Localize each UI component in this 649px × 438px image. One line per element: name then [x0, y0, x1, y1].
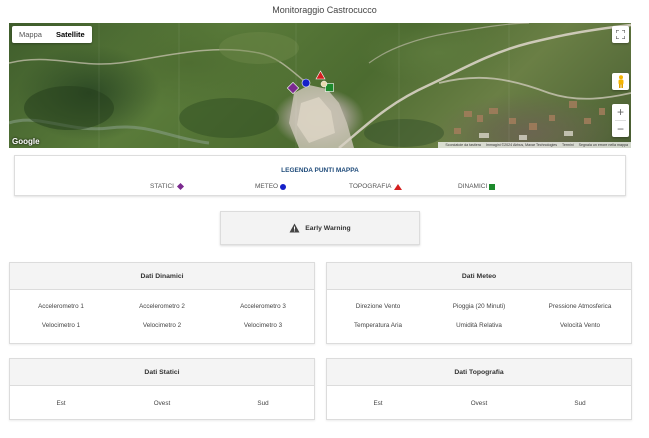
fullscreen-icon [616, 30, 625, 39]
triangle-icon [393, 183, 402, 190]
zoom-control: + − [612, 104, 629, 137]
terms-link[interactable]: Termini [562, 143, 574, 147]
legend-item-topografia: TOPOGRAFIA [349, 183, 402, 190]
card-dati-topografia: Dati Topografia Est Ovest Sud [326, 358, 632, 420]
sensor-topografia-ovest[interactable]: Ovest [429, 400, 529, 407]
sensor-topografia-est[interactable]: Est [328, 400, 428, 407]
sensor-statici-ovest[interactable]: Ovest [112, 400, 212, 407]
satellite-map[interactable]: Mappa Satellite + − Google Scorciatoie d… [9, 23, 631, 148]
legend-label-meteo: METEO [255, 183, 279, 190]
sensor-velocita-vento[interactable]: Velocità Vento [530, 322, 630, 329]
card-dati-dinamici: Dati Dinamici Accelerometro 1 Accelerome… [9, 262, 315, 344]
marker-meteo[interactable] [301, 78, 311, 88]
sensor-temperatura-aria[interactable]: Temperatura Aria [328, 322, 428, 329]
sensor-accelerometro-2[interactable]: Accelerometro 2 [112, 303, 212, 310]
diamond-icon [176, 182, 184, 191]
square-icon [489, 183, 496, 190]
legend-label-statici: STATICI [150, 183, 174, 190]
circle-icon [280, 183, 287, 190]
sensor-pioggia[interactable]: Pioggia (20 Minuti) [429, 303, 529, 310]
zoom-out-button[interactable]: − [612, 121, 629, 137]
sensor-velocimetro-2[interactable]: Velocimetro 2 [112, 322, 212, 329]
sensor-statici-sud[interactable]: Sud [213, 400, 313, 407]
sensor-velocimetro-1[interactable]: Velocimetro 1 [11, 322, 111, 329]
sensor-topografia-sud[interactable]: Sud [530, 400, 630, 407]
marker-topografia[interactable] [315, 70, 326, 80]
legend-item-meteo: METEO [255, 183, 287, 190]
pegman-icon [618, 75, 623, 88]
sensor-statici-est[interactable]: Est [11, 400, 111, 407]
card-title-meteo: Dati Meteo [327, 263, 631, 290]
sensor-pressione-atmosferica[interactable]: Pressione Atmosferica [530, 303, 630, 310]
legend-label-dinamici: DINAMICI [458, 183, 488, 190]
map-type-satellite-button[interactable]: Satellite [49, 26, 92, 43]
imagery-credit: Immagini ©2024 Airbus, Maxar Technologie… [485, 143, 558, 147]
sensor-umidita-relativa[interactable]: Umidità Relativa [429, 322, 529, 329]
early-warning-label: Early Warning [305, 224, 351, 232]
map-legend: LEGENDA PUNTI MAPPA STATICI METEO TOPOGR… [14, 155, 626, 196]
warning-icon [289, 223, 300, 233]
card-title-dinamici: Dati Dinamici [10, 263, 314, 290]
legend-item-dinamici: DINAMICI [458, 183, 496, 190]
card-dati-statici: Dati Statici Est Ovest Sud [9, 358, 315, 420]
legend-item-statici: STATICI [150, 182, 184, 191]
report-error-link[interactable]: Segnala un errore nella mappa [579, 143, 628, 147]
map-type-mappa-button[interactable]: Mappa [12, 26, 49, 43]
fullscreen-button[interactable] [612, 26, 629, 43]
marker-statici[interactable] [287, 82, 299, 94]
street-view-button[interactable] [612, 73, 629, 90]
sensor-velocimetro-3[interactable]: Velocimetro 3 [213, 322, 313, 329]
sensor-accelerometro-1[interactable]: Accelerometro 1 [11, 303, 111, 310]
sensor-direzione-vento[interactable]: Direzione Vento [328, 303, 428, 310]
keyboard-shortcuts-link[interactable]: Scorciatoie da tastiera [445, 143, 481, 147]
card-dati-meteo: Dati Meteo Direzione Vento Pioggia (20 M… [326, 262, 632, 344]
legend-title: LEGENDA PUNTI MAPPA [281, 167, 359, 174]
google-logo: Google [12, 137, 40, 146]
marker-extra[interactable] [320, 80, 328, 88]
early-warning-button[interactable]: Early Warning [220, 211, 420, 245]
sensor-accelerometro-3[interactable]: Accelerometro 3 [213, 303, 313, 310]
legend-label-topografia: TOPOGRAFIA [349, 183, 392, 190]
map-attribution: Scorciatoie da tastiera Immagini ©2024 A… [438, 142, 631, 148]
card-title-statici: Dati Statici [10, 359, 314, 386]
zoom-in-button[interactable]: + [612, 104, 629, 120]
page-title: Monitoraggio Castrocucco [272, 5, 377, 15]
map-type-toggle: Mappa Satellite [12, 26, 92, 43]
card-title-topografia: Dati Topografia [327, 359, 631, 386]
